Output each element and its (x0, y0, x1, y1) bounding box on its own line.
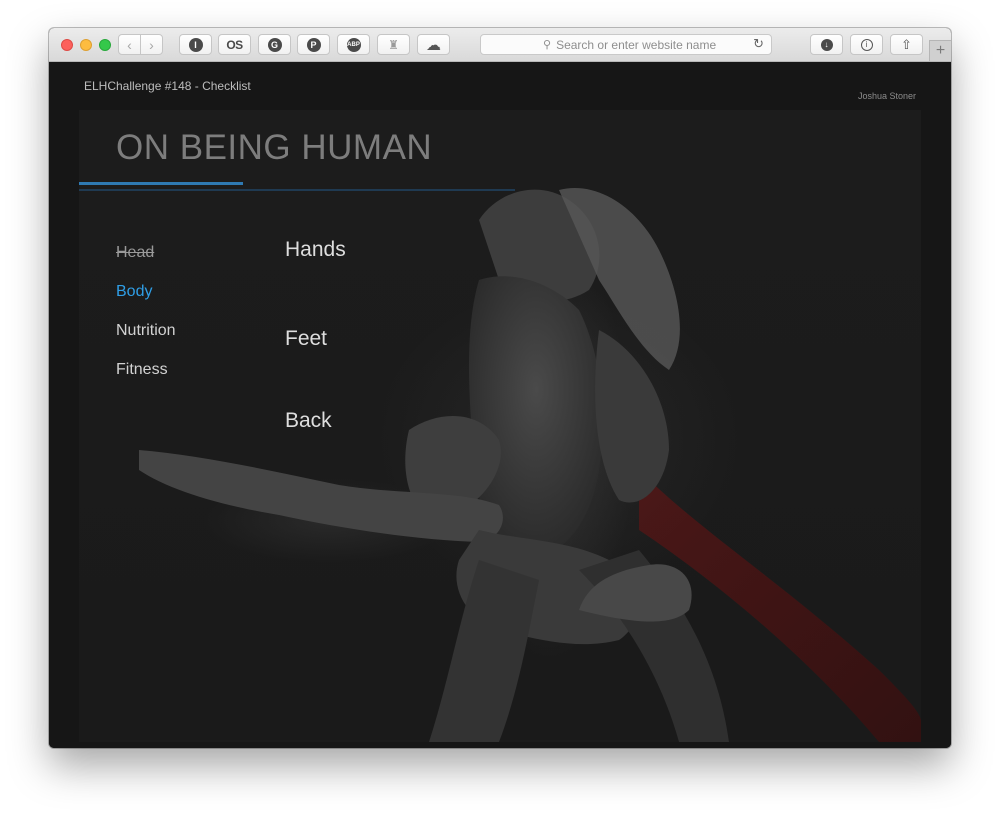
page-content: ELHChallenge #148 - Checklist Joshua Sto… (49, 62, 951, 748)
extension-ghostery-button[interactable]: ♜ (377, 34, 410, 55)
checklist-item-hands[interactable]: Hands (285, 238, 346, 262)
icloud-icon: ☁ (426, 36, 441, 54)
menu-item-nutrition[interactable]: Nutrition (116, 322, 176, 340)
ghostery-icon: ♜ (388, 37, 399, 52)
share-icon: ⇧ (901, 36, 912, 52)
download-icon: ↓ (820, 38, 833, 51)
browser-toolbar: ‹ › I OS G P ABP ♜ ☁ ⚲ Search or enter w… (49, 28, 951, 62)
pinterest-icon: P (306, 37, 321, 52)
checklist-item-back[interactable]: Back (285, 409, 332, 433)
grammarly-icon: G (267, 37, 282, 52)
author-name: Joshua Stoner (857, 91, 916, 101)
address-placeholder: Search or enter website name (556, 37, 717, 52)
title-underline-track (79, 189, 515, 191)
browser-window: ‹ › I OS G P ABP ♜ ☁ ⚲ Search or enter w… (49, 28, 951, 748)
reload-icon[interactable]: ↻ (753, 36, 764, 52)
minimize-window-button[interactable] (80, 39, 92, 51)
extension-lastfm-button[interactable]: OS (218, 34, 251, 55)
address-bar[interactable]: ⚲ Search or enter website name ↻ (480, 34, 772, 55)
page-title: ON BEING HUMAN (116, 128, 433, 167)
extension-1password-button[interactable]: I (179, 34, 212, 55)
navigation-buttons: ‹ › (118, 34, 164, 55)
zoom-window-button[interactable] (99, 39, 111, 51)
forward-button[interactable]: › (140, 34, 163, 55)
search-icon: ⚲ (543, 39, 552, 51)
extension-adblock-button[interactable]: ABP (337, 34, 370, 55)
downloads-button[interactable]: ↓ (810, 34, 843, 55)
extension-pinterest-button[interactable]: P (297, 34, 330, 55)
dancers-photo (139, 188, 921, 742)
menu-item-fitness[interactable]: Fitness (116, 361, 168, 379)
menu-item-head[interactable]: Head (116, 244, 154, 262)
new-tab-button[interactable]: + (929, 40, 951, 61)
lastfm-icon: OS (226, 37, 243, 52)
extension-grammarly-button[interactable]: G (258, 34, 291, 55)
back-button[interactable]: ‹ (118, 34, 141, 55)
checklist-item-feet[interactable]: Feet (285, 327, 327, 351)
share-button[interactable]: ⇧ (890, 34, 923, 55)
address-placeholder-wrap: ⚲ Search or enter website name (543, 35, 716, 54)
adblock-icon: ABP (346, 37, 361, 52)
plus-icon: + (935, 42, 946, 59)
extension-icloud-button[interactable]: ☁ (417, 34, 450, 55)
menu-item-body[interactable]: Body (116, 283, 152, 301)
title-underline-progress (79, 182, 243, 185)
checklist-card: ON BEING HUMAN Head Body Nutrition Fitne… (79, 110, 921, 742)
chevron-left-icon: ‹ (127, 36, 132, 53)
info-icon: i (860, 38, 873, 51)
info-button[interactable]: i (850, 34, 883, 55)
1password-icon: I (188, 37, 203, 52)
chevron-right-icon: › (149, 36, 154, 53)
page-header: ELHChallenge #148 - Checklist (84, 79, 251, 93)
close-window-button[interactable] (61, 39, 73, 51)
